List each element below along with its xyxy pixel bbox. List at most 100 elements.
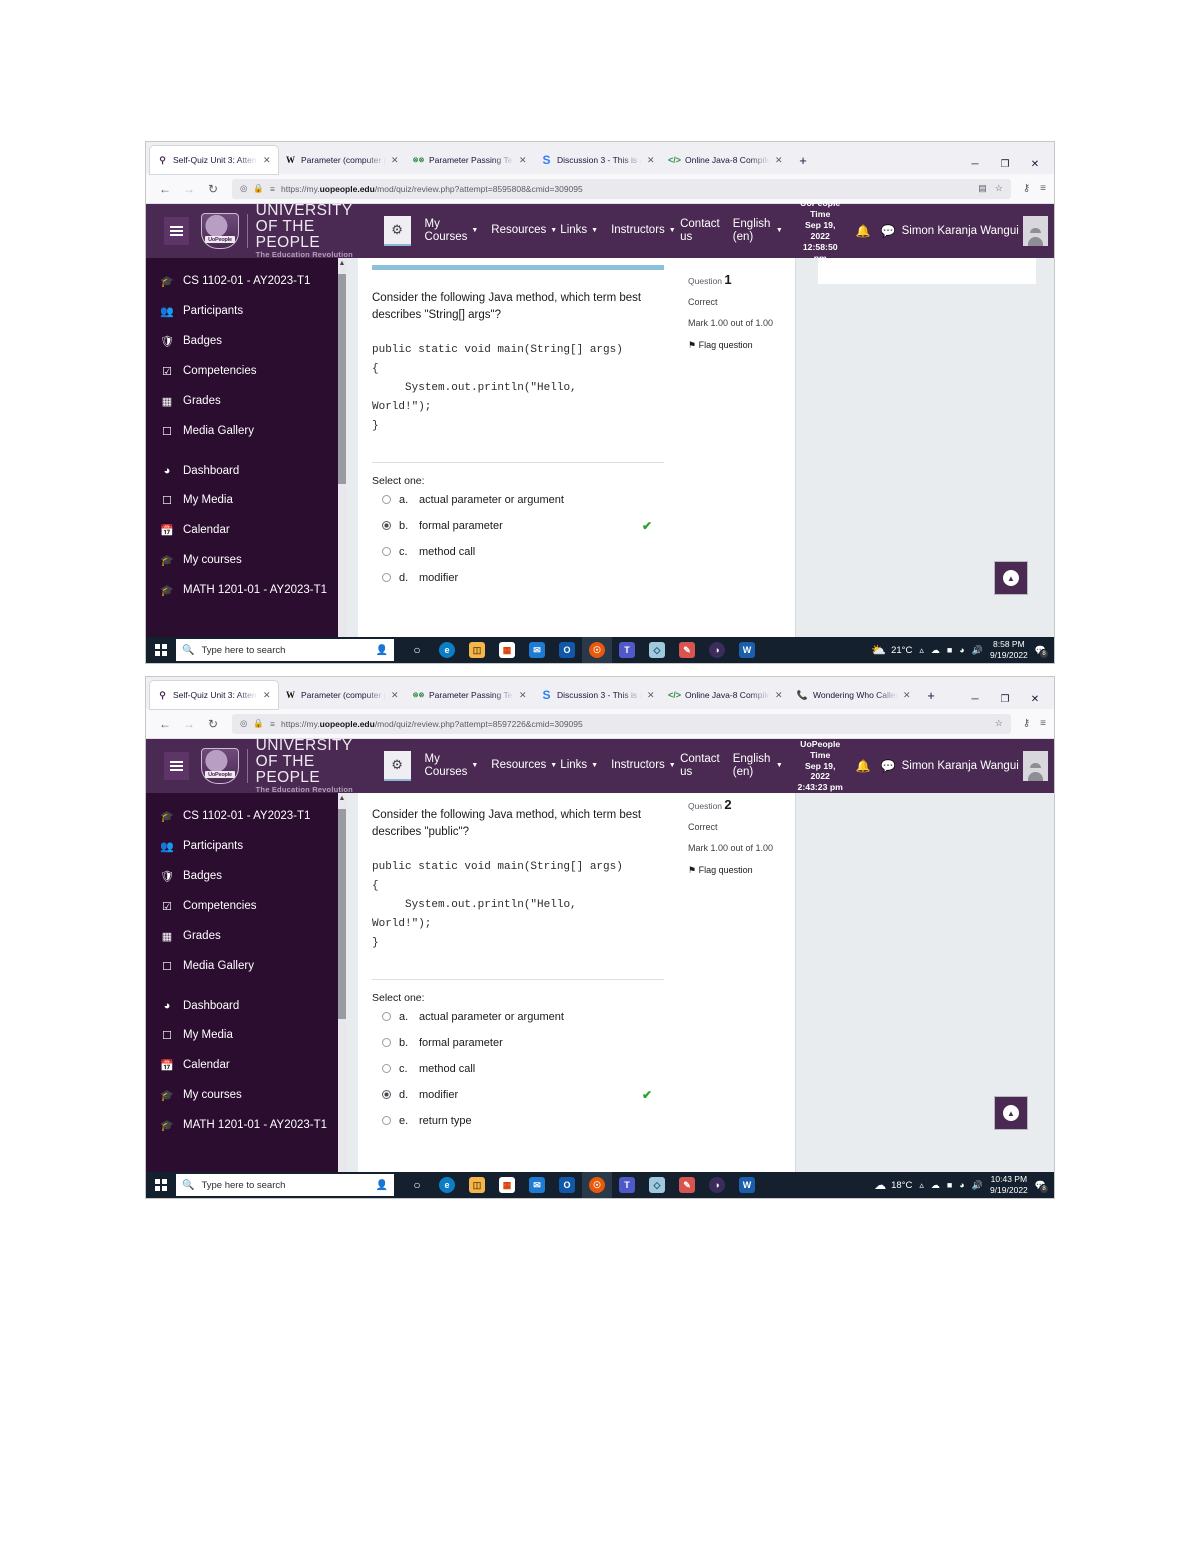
gear-icon[interactable]: ⚙ bbox=[383, 751, 411, 781]
sidebar-item-participants[interactable]: 👥 Participants bbox=[146, 831, 346, 861]
file-explorer-icon[interactable]: ◫ bbox=[462, 1172, 492, 1198]
nav-language[interactable]: English (en) ▼ bbox=[733, 753, 783, 779]
word-icon[interactable]: W bbox=[732, 637, 762, 663]
word-icon[interactable]: W bbox=[732, 1172, 762, 1198]
answer-option[interactable]: a. actual parameter or argument bbox=[372, 487, 664, 513]
radio-button[interactable] bbox=[382, 1090, 391, 1100]
scroll-to-top-button[interactable]: ▲ bbox=[994, 561, 1028, 595]
onedrive-icon[interactable]: ☁ bbox=[931, 1180, 940, 1191]
start-button[interactable] bbox=[146, 1179, 176, 1191]
scrollbar-thumb[interactable] bbox=[338, 274, 346, 484]
answer-option[interactable]: d. modifier bbox=[372, 565, 664, 591]
nav-links[interactable]: Links ▼ bbox=[560, 224, 598, 237]
nav-my-courses[interactable]: My Courses ▼ bbox=[425, 218, 479, 244]
sidebar-item-competencies[interactable]: ☑ Competencies bbox=[146, 891, 346, 921]
reload-button[interactable]: ↻ bbox=[202, 713, 224, 735]
notification-center-button[interactable]: 💬 8 bbox=[1035, 645, 1049, 659]
start-button[interactable] bbox=[146, 644, 176, 656]
answer-option[interactable]: b. formal parameter ✔ bbox=[372, 513, 664, 539]
sidebar-item-math-course[interactable]: 🎓 MATH 1201-01 - AY2023-T1 bbox=[146, 1110, 346, 1140]
nav-instructors[interactable]: Instructors ▼ bbox=[611, 224, 676, 237]
volume-icon[interactable]: 🔊 bbox=[972, 1180, 983, 1191]
forward-button[interactable]: → bbox=[178, 713, 200, 735]
nav-links[interactable]: Links ▼ bbox=[560, 759, 598, 772]
sidebar-item-dashboard[interactable]: ◕ Dashboard bbox=[146, 456, 346, 485]
sidebar-item-dashboard[interactable]: ◕ Dashboard bbox=[146, 991, 346, 1020]
browser-tab[interactable]: </> Online Java-8 Compiler ✕ bbox=[662, 681, 790, 709]
site-brand[interactable]: UNIVERSITY OF THE PEOPLE The Education R… bbox=[201, 203, 369, 259]
back-button[interactable]: ← bbox=[154, 178, 176, 200]
file-explorer-icon[interactable]: ◫ bbox=[462, 637, 492, 663]
weather-widget[interactable]: ☁ 18°C bbox=[874, 1178, 912, 1192]
nav-resources[interactable]: Resources ▼ bbox=[491, 759, 557, 772]
microsoft-store-icon[interactable]: ▦ bbox=[492, 637, 522, 663]
radio-button[interactable] bbox=[382, 495, 391, 505]
user-name[interactable]: Simon Karanja Wangui bbox=[902, 760, 1019, 772]
close-icon[interactable]: ✕ bbox=[903, 690, 911, 701]
lock-icon[interactable]: 🔒 bbox=[253, 718, 264, 729]
battery-icon[interactable]: ■ bbox=[947, 645, 952, 655]
firefox-icon[interactable]: ☉ bbox=[582, 1172, 612, 1198]
microsoft-teams-icon[interactable]: T bbox=[612, 637, 642, 663]
site-brand[interactable]: UNIVERSITY OF THE PEOPLE The Education R… bbox=[201, 738, 369, 794]
scroll-up-arrow-icon[interactable]: ▲ bbox=[338, 258, 346, 270]
browser-tab[interactable]: 📞 Wondering Who Called ✕ bbox=[790, 681, 918, 709]
shield-icon[interactable]: ◎ bbox=[240, 183, 247, 194]
sidebar-item-badges[interactable]: 🛡 Badges bbox=[146, 861, 346, 891]
close-icon[interactable]: ✕ bbox=[519, 690, 527, 701]
radio-button[interactable] bbox=[382, 1038, 391, 1048]
nav-my-courses[interactable]: My Courses ▼ bbox=[425, 753, 479, 779]
gear-icon[interactable]: ⚙ bbox=[383, 216, 411, 246]
chevron-up-icon[interactable]: ▵ bbox=[919, 645, 924, 656]
maximize-button[interactable]: ❐ bbox=[990, 694, 1020, 705]
bell-icon[interactable]: 🔔 bbox=[856, 759, 871, 773]
sidebar-item-math-course[interactable]: 🎓 MATH 1201-01 - AY2023-T1 bbox=[146, 575, 346, 605]
onedrive-icon[interactable]: ☁ bbox=[931, 645, 940, 656]
radio-button[interactable] bbox=[382, 547, 391, 557]
scrollbar-thumb[interactable] bbox=[338, 809, 346, 1019]
browser-tab[interactable]: W Parameter (computer p ✕ bbox=[278, 681, 406, 709]
lock-icon[interactable]: 🔒 bbox=[253, 183, 264, 194]
mail-icon[interactable]: ✉ bbox=[522, 1172, 552, 1198]
radio-button[interactable] bbox=[382, 521, 391, 531]
nav-contact-us[interactable]: Contact us bbox=[680, 218, 720, 244]
search-input[interactable]: 🔍 Type here to search 👤 bbox=[176, 1174, 394, 1196]
cortana-icon[interactable]: 👤 bbox=[376, 1180, 388, 1191]
wifi-icon[interactable]: ◕ bbox=[959, 645, 964, 655]
sidebar-item-participants[interactable]: 👥 Participants bbox=[146, 296, 346, 326]
avatar[interactable] bbox=[1022, 216, 1048, 246]
close-icon[interactable]: ✕ bbox=[647, 690, 655, 701]
zoom-icon[interactable]: ◑ bbox=[702, 637, 732, 663]
sidebar-scrollbar[interactable]: ▲ bbox=[338, 793, 346, 1172]
permissions-icon[interactable]: ≡ bbox=[270, 184, 275, 194]
radio-button[interactable] bbox=[382, 1116, 391, 1126]
forward-button[interactable]: → bbox=[178, 178, 200, 200]
answer-option[interactable]: c. method call bbox=[372, 539, 664, 565]
hamburger-menu-icon[interactable]: ≡ bbox=[1040, 183, 1046, 194]
sidebar-item-media-gallery[interactable]: ☐ Media Gallery bbox=[146, 416, 346, 446]
back-button[interactable]: ← bbox=[154, 713, 176, 735]
radio-button[interactable] bbox=[382, 1064, 391, 1074]
shield-icon[interactable]: ◎ bbox=[240, 718, 247, 729]
maximize-button[interactable]: ❐ bbox=[990, 159, 1020, 170]
browser-tab[interactable]: ⚲ Self-Quiz Unit 3: Attem ✕ bbox=[150, 681, 278, 709]
hamburger-icon[interactable] bbox=[164, 217, 190, 245]
cortana-icon[interactable]: 👤 bbox=[376, 645, 388, 656]
browser-tab[interactable]: W Parameter (computer program ✕ bbox=[278, 146, 406, 174]
notification-center-button[interactable]: 💬 8 bbox=[1035, 1180, 1049, 1194]
bell-icon[interactable]: 🔔 bbox=[856, 224, 871, 238]
hamburger-menu-icon[interactable]: ≡ bbox=[1040, 718, 1046, 729]
pocket-icon[interactable]: ⚷ bbox=[1023, 183, 1030, 194]
zoom-icon[interactable]: ◑ bbox=[702, 1172, 732, 1198]
permissions-icon[interactable]: ≡ bbox=[270, 719, 275, 729]
search-input[interactable]: 🔍 Type here to search 👤 bbox=[176, 639, 394, 661]
flag-question-button[interactable]: ⚑ Flag question bbox=[688, 340, 787, 351]
task-view-icon[interactable]: ○ bbox=[402, 637, 432, 663]
sidebar-item-course[interactable]: 🎓 CS 1102-01 - AY2023-T1 bbox=[146, 801, 346, 831]
firefox-icon[interactable]: ☉ bbox=[582, 637, 612, 663]
browser-tab[interactable]: S Discussion 3 - This is a group ✕ bbox=[534, 146, 662, 174]
taskbar-clock[interactable]: 10:43 PM 9/19/2022 bbox=[990, 1174, 1028, 1196]
battery-icon[interactable]: ■ bbox=[947, 1180, 952, 1190]
minimize-button[interactable]: ─ bbox=[960, 159, 990, 170]
sidebar-item-course[interactable]: 🎓 CS 1102-01 - AY2023-T1 bbox=[146, 266, 346, 296]
